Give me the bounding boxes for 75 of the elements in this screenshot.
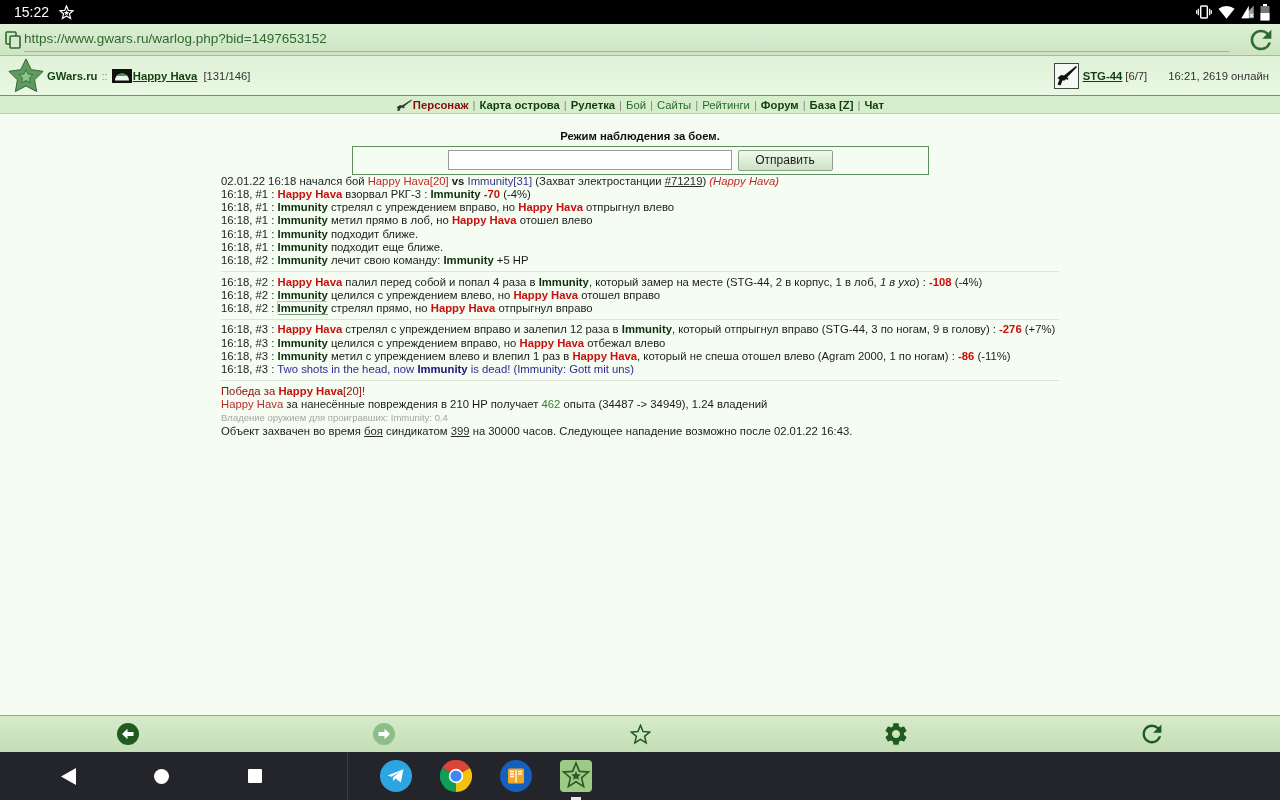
log-line: 02.01.22 16:18 начался бой Happy Hava[20] vs Immunity[31] (Захват электростанции #71219) (Happy Hava): [221, 174, 780, 188]
server-status: 16:21, 2619 онлайн: [1168, 69, 1269, 82]
nav-link[interactable]: Бой: [626, 98, 647, 111]
copy-icon[interactable]: [5, 30, 21, 49]
separator-text: |: [695, 98, 699, 111]
nav-link[interactable]: Сайты: [657, 98, 692, 111]
separator-text: |: [619, 98, 623, 111]
separator-text: |: [563, 98, 567, 111]
player-link[interactable]: Happy Hava: [132, 69, 198, 82]
weapon-ammo: [6/7]: [1125, 69, 1148, 82]
log-line: Владение оружием для проигравших: Immunity: 0.4: [221, 411, 448, 425]
nav-link[interactable]: Форум: [760, 98, 799, 111]
log-line: Победа за Happy Hava[20]!: [221, 384, 366, 398]
log-line: 16:18, #3 : Immunity целился с упреждением вправо, но Happy Hava отбежал влево: [221, 336, 666, 351]
nav-link[interactable]: Рейтинги: [702, 98, 750, 111]
separator-text: |: [753, 98, 757, 111]
star-app-icon: [560, 760, 592, 792]
log-line: 16:18, #1 : Immunity стрелял с упреждением вправо, но Happy Hava отпрыгнул влево: [221, 201, 675, 215]
separator-text: |: [857, 98, 861, 111]
log-line: 16:18, #1 : Immunity метил прямо в лоб, но Happy Hava отошел влево: [221, 214, 593, 228]
wifi-icon: [1218, 5, 1235, 19]
log-line: 16:18, #2 : Happy Hava палил перед собой и попал 4 раза в Immunity, который замер на месте (STG-44, 2 в корпус, 1 в лоб, 1 в ухо) : -108 (-4%): [221, 275, 983, 289]
separator-text: |: [802, 98, 806, 111]
log-line: 16:18, #2 : Immunity стрелял прямо, но Happy Hava отпрыгнул вправо: [221, 302, 593, 316]
nav-link[interactable]: Карта острова: [479, 98, 560, 111]
nav-link[interactable]: Персонаж: [412, 98, 469, 111]
panel-title: Режим наблюдения за боем.: [560, 130, 720, 143]
app-button[interactable]: [560, 760, 592, 800]
home-icon[interactable]: [154, 768, 169, 784]
battery-icon: [1260, 3, 1270, 21]
weapon-link[interactable]: STG-44: [1082, 69, 1123, 82]
back-icon: [117, 723, 139, 745]
star-icon: [59, 4, 75, 20]
clock-time: 15:22: [14, 4, 50, 20]
star-logo[interactable]: [7, 56, 45, 95]
rifle-icon: [1053, 62, 1079, 89]
nav-link[interactable]: Чат: [864, 98, 885, 111]
send-button[interactable]: Отправить: [737, 149, 833, 171]
site-name[interactable]: GWars.ru: [47, 69, 98, 82]
book-icon: [500, 760, 532, 792]
nav-link[interactable]: Рулетка: [570, 98, 616, 111]
gear-icon: [885, 723, 907, 745]
dome-icon: [111, 68, 132, 83]
recents-icon[interactable]: [247, 769, 262, 783]
log-line: 16:18, #1 : Immunity подходит еще ближе.: [221, 241, 444, 255]
log-line: Объект захвачен во время боя синдикатом 399 на 30000 часов. Следующее нападение возможно после 02.01.22 16:43.: [221, 424, 853, 438]
forward-icon: [373, 723, 395, 745]
log-line: 16:18, #1 : Immunity подходит ближе.: [221, 227, 419, 241]
paper-plane-icon: [380, 760, 412, 792]
star-icon: [629, 723, 651, 745]
log-line: 16:18, #3 : Immunity метил с упреждением влево и влепил 1 раз в Happy Hava, который не спеша отошел влево (Agram 2000, 1 по ногам) : -86 (-11%): [221, 350, 1011, 364]
vibrate-icon: [1196, 4, 1212, 20]
player-hp: [131/146]: [203, 69, 251, 82]
back-button[interactable]: [114, 720, 142, 748]
reload-icon[interactable]: [1250, 28, 1272, 51]
message-input[interactable]: [447, 150, 732, 170]
log-link[interactable]: #71219: [664, 174, 703, 187]
log-line: Happy Hava за нанесённые повреждения в 210 HP получает 462 опыта (34487 -> 34949), 1.24 владений: [221, 397, 768, 412]
separator-text: |: [650, 98, 653, 111]
round-logo-icon: [440, 760, 472, 792]
log-link[interactable]: боя: [364, 424, 383, 437]
reload-icon: [1142, 724, 1162, 744]
nav-link[interactable]: База [Z]: [809, 98, 854, 111]
log-line: 16:18, #1 : Happy Hava взорвал РКГ-3 : Immunity -70 (-4%): [221, 187, 531, 202]
separator-text: ::: [101, 69, 108, 82]
rifle-icon: [395, 98, 412, 111]
signal-icon: [1241, 5, 1254, 19]
log-line: 16:18, #2 : Immunity лечит свою команду: Immunity +5 HP: [221, 254, 529, 268]
back-icon[interactable]: [61, 767, 76, 785]
active-indicator: [571, 797, 581, 800]
log-line: 16:18, #3 : Happy Hava стрелял с упреждением вправо и залепил 12 раза в Immunity, который отпрыгнул вправо (STG-44, 3 по ногам, 9 в голову) : -276 (+7%): [221, 323, 1056, 337]
log-link[interactable]: 399: [450, 424, 470, 437]
separator-text: |: [472, 98, 476, 111]
log-line: 16:18, #3 : Two shots in the head, now Immunity is dead! (Immunity: Gott mit uns): [221, 363, 634, 377]
log-line: 16:18, #2 : Immunity целился с упреждением влево, но Happy Hava отошел вправо: [221, 288, 661, 303]
